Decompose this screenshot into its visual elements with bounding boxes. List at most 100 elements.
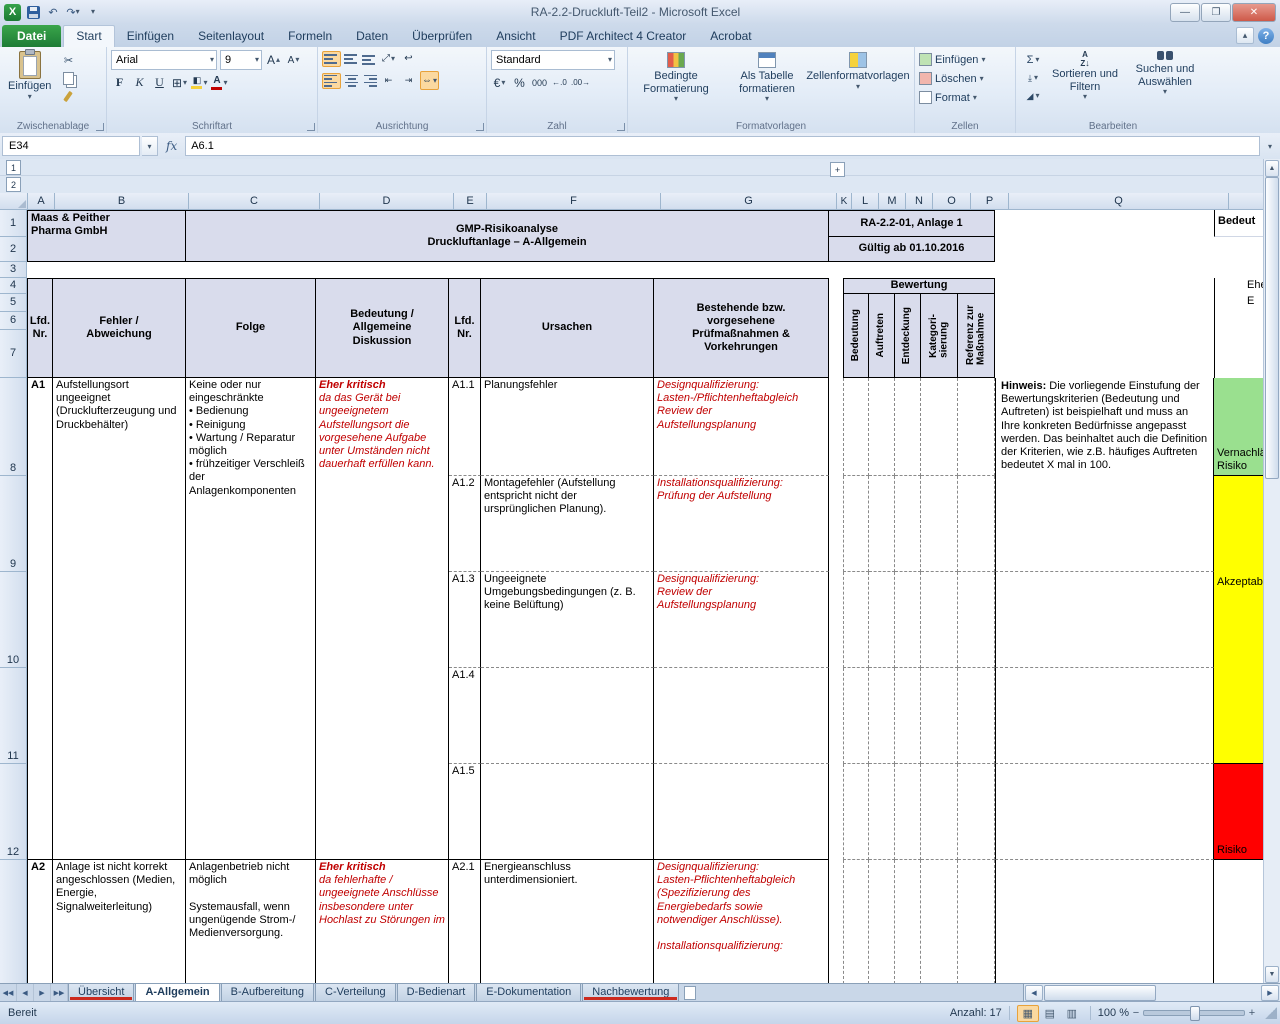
cell-hinweis[interactable]: Hinweis: Die vorliegende Einstufung der … [995, 378, 1214, 572]
cell-legend-yellow[interactable]: Akzeptab [1214, 476, 1264, 764]
accounting-format-button[interactable]: €▾ [491, 74, 508, 91]
cell-a1-3-ursache[interactable]: Ungeeignete Umgebungsbedingungen (z. B. … [481, 572, 654, 668]
number-format-combo[interactable]: Standard▾ [491, 50, 615, 70]
cell-empty[interactable] [995, 572, 1214, 668]
align-top-button[interactable] [322, 51, 341, 67]
header-rot-auftreten[interactable]: Auftreten [869, 294, 895, 378]
cell-a1-3-massnahme[interactable]: Designqualifizierung: Review der Aufstel… [654, 572, 829, 668]
header-bedeutung[interactable]: Bedeutung / Allgemeine Diskussion [316, 278, 449, 378]
align-bottom-button[interactable] [362, 53, 377, 65]
align-right-button[interactable] [362, 75, 377, 87]
row-header-6[interactable]: 6 [0, 312, 27, 330]
header-rot-referenz[interactable]: Referenz zur Maßnahme [958, 294, 995, 378]
borders-button[interactable]: ⊞▾ [171, 74, 188, 91]
cell-a1-4-id[interactable]: A1.4 [449, 668, 481, 764]
cell-rating[interactable] [843, 764, 869, 860]
number-dialog-launcher-icon[interactable] [617, 123, 625, 131]
cell-rating[interactable] [921, 860, 958, 984]
increase-font-button[interactable]: A▴ [265, 52, 282, 69]
clear-button[interactable]: ◢▾ [1022, 88, 1044, 104]
paste-button[interactable]: Einfügen▾ [4, 50, 55, 106]
column-header-d[interactable]: D [320, 193, 454, 210]
ribbon-tab-start[interactable]: Start [63, 25, 114, 47]
thousands-format-button[interactable]: 000 [531, 74, 548, 91]
conditional-formatting-button[interactable]: Bedingte Formatierung▾ [632, 50, 720, 103]
cell-cut-ehe[interactable]: Ehe [1214, 278, 1264, 294]
wrap-text-button[interactable]: ↩ [400, 50, 417, 67]
cell-empty[interactable] [995, 668, 1214, 764]
qat-customize-button[interactable]: ▾ [85, 4, 101, 21]
column-header-g[interactable]: G [661, 193, 837, 210]
cell-a1-5-massnahme[interactable] [654, 764, 829, 860]
cell-rating[interactable] [895, 378, 921, 476]
cell-rating[interactable] [921, 572, 958, 668]
cell-rating[interactable] [869, 860, 895, 984]
restore-button[interactable]: ❐ [1201, 3, 1231, 22]
cell-a1-fehler[interactable]: Aufstellungsort ungeeignet (Drucklufterz… [53, 378, 186, 860]
scroll-down-icon[interactable]: ▼ [1265, 966, 1279, 983]
select-all-corner[interactable] [0, 193, 28, 210]
merge-center-button[interactable]: ⇔▾ [420, 71, 439, 90]
cell-doc-no[interactable]: RA-2.2-01, Anlage 1 [829, 210, 995, 237]
help-icon[interactable]: ? [1258, 28, 1274, 44]
cell-rating[interactable] [843, 572, 869, 668]
percent-format-button[interactable]: % [511, 74, 528, 91]
row-header-9[interactable]: 9 [0, 476, 27, 572]
sheet-tab-c-verteilung[interactable]: C-Verteilung [315, 984, 396, 1002]
sheet-tab-nachbewertung[interactable]: Nachbewertung [582, 984, 679, 1002]
outline-expand-button[interactable]: + [830, 162, 845, 177]
header-ursachen[interactable]: Ursachen [481, 278, 654, 378]
cell-rating[interactable] [895, 764, 921, 860]
close-button[interactable]: ✕ [1232, 3, 1276, 22]
cell-styles-button[interactable]: Zellenformatvorlagen▾ [814, 50, 902, 91]
scroll-up-icon[interactable]: ▲ [1265, 160, 1279, 177]
cut-button[interactable]: ✂ [57, 52, 79, 68]
cell-rating[interactable] [895, 860, 921, 984]
cell-a2-1-massnahme[interactable]: Designqualifizierung: Lasten-Pflichtenhe… [654, 860, 829, 984]
column-header-n[interactable]: N [906, 193, 933, 210]
column-header-a[interactable]: A [28, 193, 55, 210]
sheet-tab-a-allgemein[interactable]: A-Allgemein [135, 984, 219, 1002]
find-select-button[interactable]: Suchen und Auswählen▾ [1124, 50, 1206, 106]
cell-rating[interactable] [921, 764, 958, 860]
ribbon-tab-datei[interactable]: Datei [2, 25, 61, 47]
insert-cells-button[interactable]: Einfügen▾ [919, 50, 1011, 69]
header-lfd-nr2[interactable]: Lfd. Nr. [449, 278, 481, 378]
zoom-out-icon[interactable]: − [1129, 1007, 1143, 1019]
format-cells-button[interactable]: Format▾ [919, 88, 1011, 107]
autosum-button[interactable]: Σ▾ [1022, 52, 1044, 68]
undo-button[interactable]: ↶ [45, 4, 61, 21]
ribbon-tab-pdf-architect[interactable]: PDF Architect 4 Creator [548, 26, 699, 47]
header-rot-kategorisierung[interactable]: Kategori- sierung [921, 294, 958, 378]
ribbon-tab-seitenlayout[interactable]: Seitenlayout [186, 26, 276, 47]
normal-view-icon[interactable]: ▦ [1017, 1005, 1039, 1022]
column-header-e[interactable]: E [454, 193, 487, 210]
page-layout-view-icon[interactable]: ▤ [1039, 1005, 1061, 1022]
scroll-right-icon[interactable]: ▶ [1261, 985, 1279, 1001]
align-middle-button[interactable] [344, 53, 359, 65]
outline-level-2-button[interactable]: 2 [6, 177, 21, 192]
cell-a1-1-id[interactable]: A1.1 [449, 378, 481, 476]
header-fehler[interactable]: Fehler / Abweichung [53, 278, 186, 378]
header-folge[interactable]: Folge [186, 278, 316, 378]
column-header-o[interactable]: O [933, 193, 971, 210]
cell-a1-bedeutung[interactable]: Eher kritisch da das Gerät bei ungeeigne… [316, 378, 449, 860]
column-header-f[interactable]: F [487, 193, 661, 210]
insert-function-button[interactable]: fx [160, 139, 183, 153]
row-header-11[interactable]: 11 [0, 668, 27, 764]
ribbon-tab-acrobat[interactable]: Acrobat [698, 26, 763, 47]
decrease-decimal-button[interactable]: .00→ [571, 74, 590, 91]
cell-rating[interactable] [895, 668, 921, 764]
cell-rating[interactable] [843, 668, 869, 764]
cell-cut-bedeutung[interactable]: Bedeut [1214, 210, 1264, 237]
cell-legend-green[interactable]: Vernachlä Risiko [1214, 378, 1264, 476]
cell-main-title[interactable]: GMP-Risikoanalyse Druckluftanlage – A-Al… [186, 210, 829, 262]
cell-rating[interactable] [869, 572, 895, 668]
zoom-in-icon[interactable]: + [1245, 1007, 1259, 1019]
cell-a1-2-ursache[interactable]: Montagefehler (Aufstellung entspricht ni… [481, 476, 654, 572]
name-box[interactable]: E34 [2, 136, 140, 156]
zoom-slider-thumb[interactable] [1190, 1006, 1200, 1021]
cell-a2-fehler[interactable]: Anlage ist nicht korrekt angeschlossen (… [53, 860, 186, 984]
cell-a2-bedeutung[interactable]: Eher kritisch da fehlerhafte / ungeeigne… [316, 860, 449, 984]
cell-rating[interactable] [921, 668, 958, 764]
